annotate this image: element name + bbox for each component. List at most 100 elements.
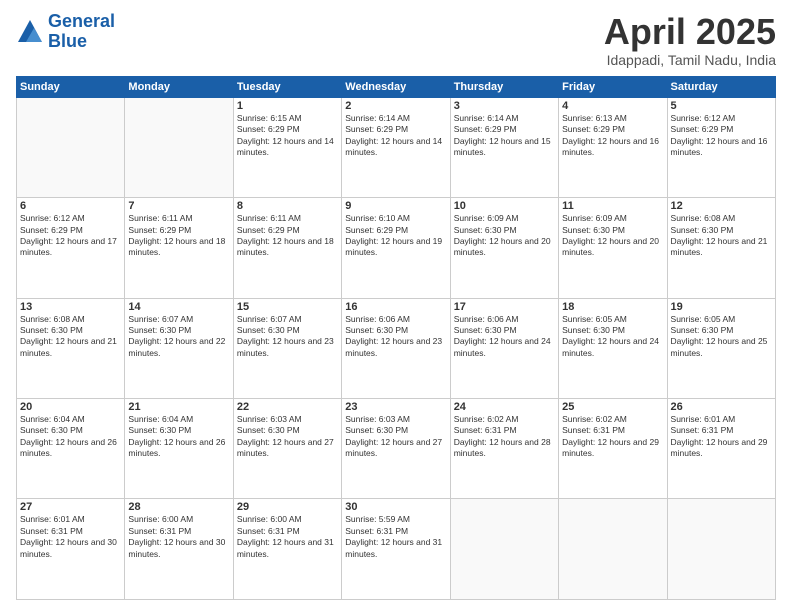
logo: General Blue (16, 12, 115, 52)
day-info: Sunrise: 6:03 AMSunset: 6:30 PMDaylight:… (345, 414, 446, 460)
logo-line1: General (48, 11, 115, 31)
day-info: Sunrise: 6:14 AMSunset: 6:29 PMDaylight:… (345, 113, 446, 159)
day-info: Sunrise: 6:11 AMSunset: 6:29 PMDaylight:… (237, 213, 338, 259)
day-cell: 13Sunrise: 6:08 AMSunset: 6:30 PMDayligh… (17, 298, 125, 398)
day-cell: 2Sunrise: 6:14 AMSunset: 6:29 PMDaylight… (342, 97, 450, 197)
day-number: 24 (454, 401, 555, 413)
day-cell: 8Sunrise: 6:11 AMSunset: 6:29 PMDaylight… (233, 198, 341, 298)
day-cell (17, 97, 125, 197)
day-cell: 12Sunrise: 6:08 AMSunset: 6:30 PMDayligh… (667, 198, 775, 298)
day-number: 12 (671, 200, 772, 212)
day-cell: 1Sunrise: 6:15 AMSunset: 6:29 PMDaylight… (233, 97, 341, 197)
day-cell: 30Sunrise: 5:59 AMSunset: 6:31 PMDayligh… (342, 499, 450, 600)
day-info: Sunrise: 6:01 AMSunset: 6:31 PMDaylight:… (671, 414, 772, 460)
col-thursday: Thursday (450, 76, 558, 97)
day-cell: 6Sunrise: 6:12 AMSunset: 6:29 PMDaylight… (17, 198, 125, 298)
day-cell (450, 499, 558, 600)
day-cell: 5Sunrise: 6:12 AMSunset: 6:29 PMDaylight… (667, 97, 775, 197)
day-cell (559, 499, 667, 600)
col-monday: Monday (125, 76, 233, 97)
day-cell: 28Sunrise: 6:00 AMSunset: 6:31 PMDayligh… (125, 499, 233, 600)
day-cell: 7Sunrise: 6:11 AMSunset: 6:29 PMDaylight… (125, 198, 233, 298)
day-info: Sunrise: 6:05 AMSunset: 6:30 PMDaylight:… (562, 314, 663, 360)
day-cell (667, 499, 775, 600)
day-info: Sunrise: 6:05 AMSunset: 6:30 PMDaylight:… (671, 314, 772, 360)
day-info: Sunrise: 6:12 AMSunset: 6:29 PMDaylight:… (20, 213, 121, 259)
day-number: 5 (671, 100, 772, 112)
day-info: Sunrise: 6:13 AMSunset: 6:29 PMDaylight:… (562, 113, 663, 159)
week-row-1: 1Sunrise: 6:15 AMSunset: 6:29 PMDaylight… (17, 97, 776, 197)
day-cell: 21Sunrise: 6:04 AMSunset: 6:30 PMDayligh… (125, 399, 233, 499)
day-number: 13 (20, 301, 121, 313)
day-number: 22 (237, 401, 338, 413)
day-cell: 14Sunrise: 6:07 AMSunset: 6:30 PMDayligh… (125, 298, 233, 398)
day-number: 11 (562, 200, 663, 212)
title-block: April 2025 Idappadi, Tamil Nadu, India (604, 12, 776, 68)
day-number: 1 (237, 100, 338, 112)
day-number: 20 (20, 401, 121, 413)
day-number: 3 (454, 100, 555, 112)
day-cell: 27Sunrise: 6:01 AMSunset: 6:31 PMDayligh… (17, 499, 125, 600)
day-info: Sunrise: 6:14 AMSunset: 6:29 PMDaylight:… (454, 113, 555, 159)
day-cell: 22Sunrise: 6:03 AMSunset: 6:30 PMDayligh… (233, 399, 341, 499)
day-cell: 25Sunrise: 6:02 AMSunset: 6:31 PMDayligh… (559, 399, 667, 499)
day-cell (125, 97, 233, 197)
day-number: 6 (20, 200, 121, 212)
logo-line2: Blue (48, 31, 87, 51)
title-location: Idappadi, Tamil Nadu, India (604, 52, 776, 68)
day-info: Sunrise: 6:04 AMSunset: 6:30 PMDaylight:… (128, 414, 229, 460)
col-tuesday: Tuesday (233, 76, 341, 97)
day-number: 8 (237, 200, 338, 212)
col-sunday: Sunday (17, 76, 125, 97)
calendar-table: Sunday Monday Tuesday Wednesday Thursday… (16, 76, 776, 600)
day-number: 27 (20, 501, 121, 513)
day-cell: 11Sunrise: 6:09 AMSunset: 6:30 PMDayligh… (559, 198, 667, 298)
week-row-4: 20Sunrise: 6:04 AMSunset: 6:30 PMDayligh… (17, 399, 776, 499)
day-number: 25 (562, 401, 663, 413)
day-info: Sunrise: 6:07 AMSunset: 6:30 PMDaylight:… (128, 314, 229, 360)
day-cell: 17Sunrise: 6:06 AMSunset: 6:30 PMDayligh… (450, 298, 558, 398)
day-info: Sunrise: 6:02 AMSunset: 6:31 PMDaylight:… (454, 414, 555, 460)
title-month: April 2025 (604, 12, 776, 52)
logo-text: General Blue (48, 12, 115, 52)
day-number: 26 (671, 401, 772, 413)
page: General Blue April 2025 Idappadi, Tamil … (0, 0, 792, 612)
day-number: 30 (345, 501, 446, 513)
day-number: 7 (128, 200, 229, 212)
day-number: 15 (237, 301, 338, 313)
day-info: Sunrise: 6:06 AMSunset: 6:30 PMDaylight:… (454, 314, 555, 360)
day-number: 17 (454, 301, 555, 313)
week-row-5: 27Sunrise: 6:01 AMSunset: 6:31 PMDayligh… (17, 499, 776, 600)
day-info: Sunrise: 6:11 AMSunset: 6:29 PMDaylight:… (128, 213, 229, 259)
calendar-header-row: Sunday Monday Tuesday Wednesday Thursday… (17, 76, 776, 97)
day-info: Sunrise: 6:03 AMSunset: 6:30 PMDaylight:… (237, 414, 338, 460)
header: General Blue April 2025 Idappadi, Tamil … (16, 12, 776, 68)
day-info: Sunrise: 6:00 AMSunset: 6:31 PMDaylight:… (237, 514, 338, 560)
day-cell: 18Sunrise: 6:05 AMSunset: 6:30 PMDayligh… (559, 298, 667, 398)
day-cell: 3Sunrise: 6:14 AMSunset: 6:29 PMDaylight… (450, 97, 558, 197)
day-number: 9 (345, 200, 446, 212)
day-cell: 26Sunrise: 6:01 AMSunset: 6:31 PMDayligh… (667, 399, 775, 499)
day-number: 28 (128, 501, 229, 513)
day-info: Sunrise: 6:04 AMSunset: 6:30 PMDaylight:… (20, 414, 121, 460)
day-cell: 15Sunrise: 6:07 AMSunset: 6:30 PMDayligh… (233, 298, 341, 398)
day-info: Sunrise: 6:02 AMSunset: 6:31 PMDaylight:… (562, 414, 663, 460)
day-number: 29 (237, 501, 338, 513)
day-number: 16 (345, 301, 446, 313)
day-cell: 4Sunrise: 6:13 AMSunset: 6:29 PMDaylight… (559, 97, 667, 197)
day-number: 19 (671, 301, 772, 313)
day-number: 2 (345, 100, 446, 112)
day-info: Sunrise: 6:01 AMSunset: 6:31 PMDaylight:… (20, 514, 121, 560)
week-row-3: 13Sunrise: 6:08 AMSunset: 6:30 PMDayligh… (17, 298, 776, 398)
day-info: Sunrise: 6:06 AMSunset: 6:30 PMDaylight:… (345, 314, 446, 360)
day-info: Sunrise: 6:12 AMSunset: 6:29 PMDaylight:… (671, 113, 772, 159)
day-cell: 9Sunrise: 6:10 AMSunset: 6:29 PMDaylight… (342, 198, 450, 298)
day-number: 4 (562, 100, 663, 112)
day-info: Sunrise: 6:09 AMSunset: 6:30 PMDaylight:… (562, 213, 663, 259)
day-number: 21 (128, 401, 229, 413)
day-cell: 20Sunrise: 6:04 AMSunset: 6:30 PMDayligh… (17, 399, 125, 499)
col-saturday: Saturday (667, 76, 775, 97)
day-cell: 19Sunrise: 6:05 AMSunset: 6:30 PMDayligh… (667, 298, 775, 398)
day-info: Sunrise: 5:59 AMSunset: 6:31 PMDaylight:… (345, 514, 446, 560)
day-cell: 24Sunrise: 6:02 AMSunset: 6:31 PMDayligh… (450, 399, 558, 499)
